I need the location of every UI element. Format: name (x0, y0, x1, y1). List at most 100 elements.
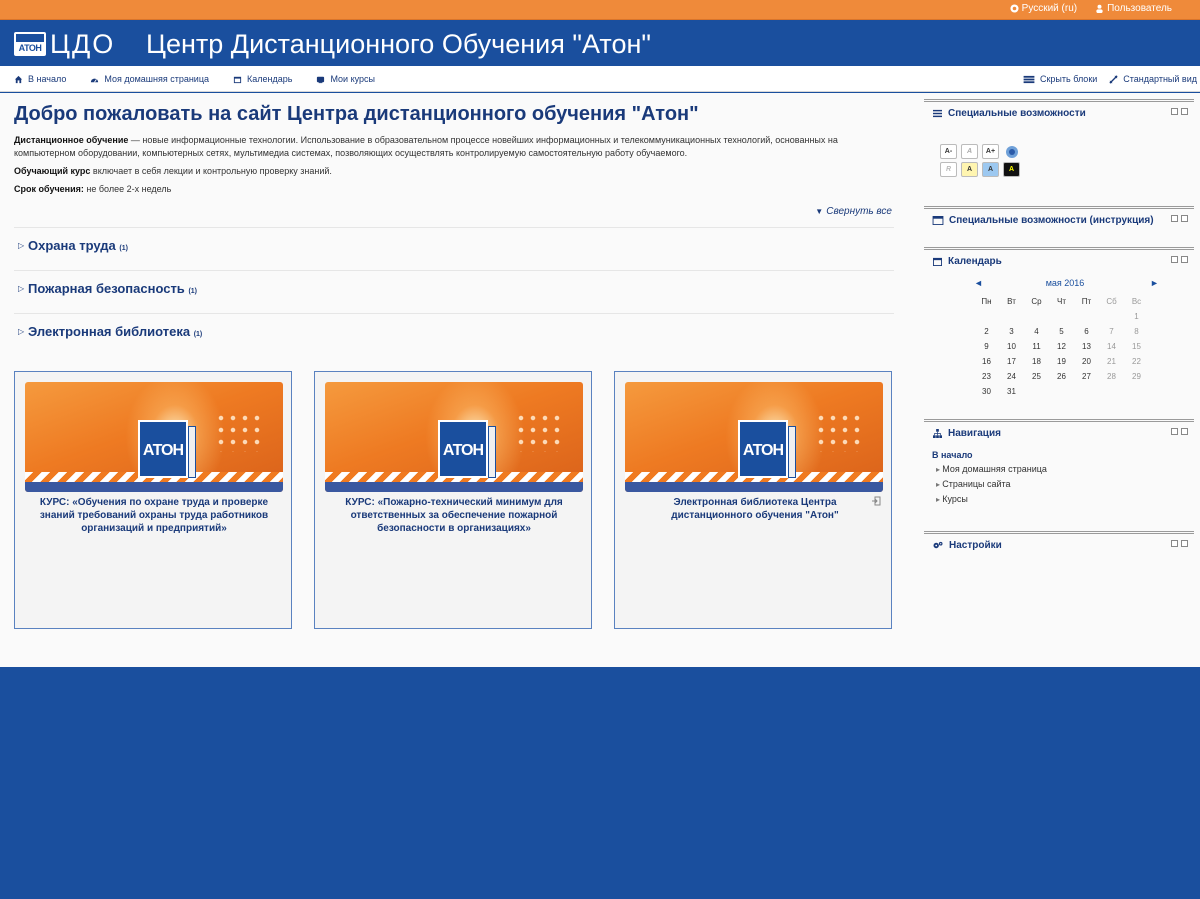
nav-dashboard[interactable]: Моя домашняя страница (90, 74, 209, 84)
site-logo[interactable]: АТОН (14, 32, 46, 56)
calendar-grid: Пн Вт Ср Чт Пт Сб Вс 1 2 3 4 5 6 7 8 9 10 11 12 13 14 15 16 17… (974, 294, 1149, 399)
category-e-library[interactable]: ▷ Электронная библиотека (1) (14, 313, 894, 356)
dock-icon[interactable] (1171, 108, 1178, 115)
nav-calendar[interactable]: Календарь (233, 74, 292, 84)
calendar-day[interactable]: 13 (1074, 339, 1099, 354)
course-banner-image[interactable]: АТОН (25, 382, 283, 492)
contrast-yellow-button[interactable]: A (961, 162, 978, 177)
category-fire-safety[interactable]: ▷ Пожарная безопасность (1) (14, 270, 894, 313)
course-title-link[interactable]: Электронная библиотека Центра дистанцион… (635, 496, 875, 522)
weekday-label: Ср (1031, 297, 1042, 306)
block-controls[interactable] (1171, 540, 1188, 547)
weekday-label: Пт (1081, 297, 1092, 306)
calendar-day (974, 309, 999, 324)
nav-tree-item[interactable]: Курсы (932, 492, 1047, 507)
category-occupational-safety[interactable]: ▷ Охрана труда (1) (14, 227, 894, 270)
calendar-day[interactable]: 21 (1099, 354, 1124, 369)
category-name[interactable]: Электронная библиотека (1) (28, 324, 202, 339)
next-month-icon[interactable]: ► (1150, 278, 1159, 288)
category-name[interactable]: Пожарная безопасность (1) (28, 281, 197, 296)
calendar-week: 9 10 11 12 13 14 15 (974, 339, 1149, 354)
course-banner-image[interactable]: АТОН (325, 382, 583, 492)
user-menu[interactable]: Пользователь (1095, 3, 1172, 14)
calendar-day[interactable]: 3 (999, 324, 1024, 339)
block-title: Настройки (949, 540, 1002, 551)
enrol-icon[interactable] (871, 496, 881, 506)
collapse-icon[interactable] (1181, 108, 1188, 115)
calendar-day[interactable]: 15 (1124, 339, 1149, 354)
speech-icon[interactable] (1003, 144, 1020, 159)
calendar-day[interactable]: 20 (1074, 354, 1099, 369)
collapse-icon[interactable] (1181, 256, 1188, 263)
top-bar: Русский (ru) Пользователь (0, 0, 1200, 20)
nav-tree-item[interactable]: Моя домашняя страница (932, 462, 1047, 477)
course-banner-image[interactable]: АТОН (625, 382, 883, 492)
sitemap-icon (933, 429, 942, 438)
language-label: Русский (ru) (1021, 3, 1078, 14)
course-card[interactable]: АТОН Электронная библиотека Центра диста… (614, 371, 892, 629)
collapse-icon[interactable] (1181, 540, 1188, 547)
calendar-day[interactable]: 6 (1074, 324, 1099, 339)
calendar-day[interactable]: 17 (999, 354, 1024, 369)
calendar-day[interactable]: 1 (1124, 309, 1149, 324)
calendar-day[interactable]: 25 (1024, 369, 1049, 384)
calendar-day[interactable]: 11 (1024, 339, 1049, 354)
contrast-blue-button[interactable]: A (982, 162, 999, 177)
calendar-day[interactable]: 8 (1124, 324, 1149, 339)
collapse-icon[interactable] (1181, 428, 1188, 435)
previous-month-icon[interactable]: ◄ (974, 278, 983, 288)
collapse-icon[interactable] (1181, 215, 1188, 222)
nav-my-courses[interactable]: Мои курсы (316, 74, 375, 84)
nav-home[interactable]: В начало (14, 74, 66, 84)
category-count: (1) (193, 331, 203, 338)
calendar-day[interactable]: 23 (974, 369, 999, 384)
nav-tree-item[interactable]: Страницы сайта (932, 477, 1047, 492)
dock-icon[interactable] (1171, 540, 1178, 547)
calendar-day[interactable]: 31 (999, 384, 1024, 399)
calendar-day[interactable]: 18 (1024, 354, 1049, 369)
calendar-day[interactable]: 24 (999, 369, 1024, 384)
course-card[interactable]: АТОН КУРС: «Обучения по охране труда и п… (14, 371, 292, 629)
dock-icon[interactable] (1171, 428, 1178, 435)
font-decrease-button[interactable]: A- (940, 144, 957, 159)
calendar-day[interactable]: 30 (974, 384, 999, 399)
dock-icon[interactable] (1171, 215, 1178, 222)
calendar-weekdays: Пн Вт Ср Чт Пт Сб Вс (974, 294, 1149, 309)
hide-blocks-button[interactable]: Скрыть блоки (1023, 74, 1097, 84)
block-accessibility: Специальные возможности A- A A+ R A A A (924, 99, 1194, 204)
font-increase-button[interactable]: A+ (982, 144, 999, 159)
calendar-day[interactable]: 4 (1024, 324, 1049, 339)
calendar-day[interactable]: 28 (1099, 369, 1124, 384)
calendar-day[interactable]: 22 (1124, 354, 1149, 369)
block-controls[interactable] (1171, 215, 1188, 222)
course-card[interactable]: АТОН КУРС: «Пожарно-технический минимум … (314, 371, 592, 629)
calendar-day[interactable]: 10 (999, 339, 1024, 354)
calendar-day[interactable]: 5 (1049, 324, 1074, 339)
font-reset-button[interactable]: A (961, 144, 978, 159)
calendar-day[interactable]: 29 (1124, 369, 1149, 384)
calendar-day[interactable]: 26 (1049, 369, 1074, 384)
course-title-link[interactable]: КУРС: «Пожарно-технический минимум для о… (325, 496, 583, 535)
calendar-day (1099, 384, 1124, 399)
calendar-day[interactable]: 27 (1074, 369, 1099, 384)
block-controls[interactable] (1171, 256, 1188, 263)
category-name[interactable]: Охрана труда (1) (28, 238, 128, 253)
standard-view-button[interactable]: Стандартный вид (1109, 74, 1197, 84)
block-controls[interactable] (1171, 428, 1188, 435)
nav-tree-home[interactable]: В начало (932, 448, 1047, 462)
calendar-day[interactable]: 7 (1099, 324, 1124, 339)
calendar-day[interactable]: 19 (1049, 354, 1074, 369)
calendar-day[interactable]: 16 (974, 354, 999, 369)
language-menu[interactable]: Русский (ru) (1010, 3, 1077, 14)
collapse-all-link[interactable]: ▼ Свернуть все (815, 206, 892, 217)
course-title-link[interactable]: КУРС: «Обучения по охране труда и провер… (25, 496, 283, 535)
contrast-black-button[interactable]: A (1003, 162, 1020, 177)
calendar-day[interactable]: 9 (974, 339, 999, 354)
calendar-day[interactable]: 12 (1049, 339, 1074, 354)
contrast-reset-button[interactable]: R (940, 162, 957, 177)
calendar-day[interactable]: 2 (974, 324, 999, 339)
calendar-day[interactable]: 14 (1099, 339, 1124, 354)
caret-right-icon: ▷ (18, 284, 25, 293)
block-controls[interactable] (1171, 108, 1188, 115)
dock-icon[interactable] (1171, 256, 1178, 263)
